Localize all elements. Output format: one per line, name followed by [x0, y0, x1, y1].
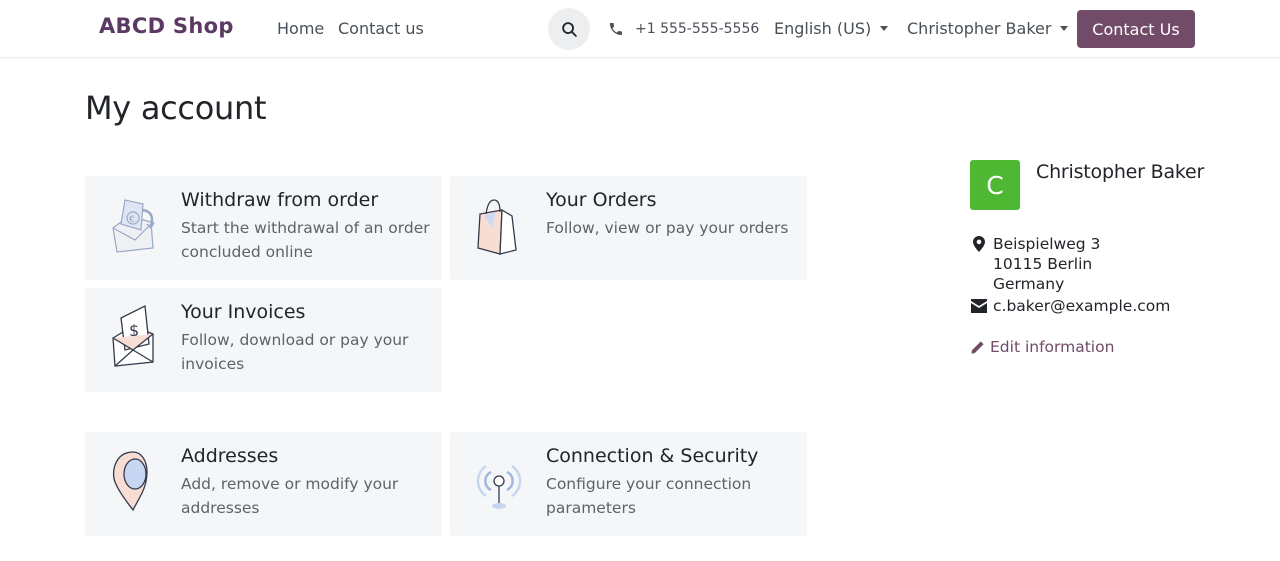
address-street: Beispielweg 3	[993, 235, 1101, 253]
chevron-down-icon	[880, 26, 889, 31]
search-button[interactable]	[548, 8, 590, 50]
profile-name: Christopher Baker	[1036, 161, 1205, 183]
card-title: Addresses	[181, 445, 279, 467]
search-icon	[561, 21, 577, 37]
language-dropdown[interactable]: English (US)	[774, 19, 889, 38]
card-description: Follow, download or pay your invoices	[181, 331, 409, 373]
card-title: Connection & Security	[546, 445, 759, 467]
address-country: Germany	[993, 275, 1065, 293]
invoice-envelope-icon: $	[112, 304, 154, 367]
language-label: English (US)	[774, 19, 872, 38]
avatar: C	[970, 160, 1020, 210]
card-title: Your Orders	[546, 189, 657, 211]
card-description: Follow, view or pay your orders	[546, 219, 789, 237]
edit-information-label: Edit information	[990, 338, 1115, 356]
nav-contact-link[interactable]: Contact us	[338, 19, 424, 38]
phone-icon	[610, 23, 622, 35]
chevron-down-icon	[1060, 26, 1069, 31]
address-city: 10115 Berlin	[993, 255, 1093, 273]
card-title: Withdraw from order	[181, 189, 379, 211]
brand-logo[interactable]: ABCD Shop	[99, 14, 234, 38]
contact-us-button[interactable]: Contact Us	[1077, 10, 1195, 48]
card-your-orders[interactable]: Your Orders Follow, view or pay your ord…	[450, 176, 807, 280]
antenna-icon	[476, 464, 522, 509]
card-description: Add, remove or modify your addresses	[181, 475, 399, 517]
card-your-invoices[interactable]: $ Your Invoices Follow, download or pay …	[85, 288, 442, 392]
pencil-icon	[971, 340, 984, 354]
envelope-icon	[971, 299, 987, 313]
map-marker-icon	[973, 236, 985, 252]
card-title: Your Invoices	[181, 301, 306, 323]
card-addresses[interactable]: Addresses Add, remove or modify your add…	[85, 432, 442, 536]
email-address: c.baker@example.com	[993, 297, 1171, 315]
card-description: Configure your connection parameters	[546, 475, 752, 517]
nav-home-link[interactable]: Home	[277, 19, 324, 38]
card-withdraw-from-order[interactable]: € Withdraw from order Start the withdraw…	[85, 176, 442, 280]
page-title: My account	[85, 89, 267, 127]
user-dropdown[interactable]: Christopher Baker	[907, 19, 1069, 38]
card-connection-security[interactable]: Connection & Security Configure your con…	[450, 432, 807, 536]
card-description: Start the withdrawal of an order conclud…	[181, 219, 430, 261]
edit-information-link[interactable]: Edit information	[970, 338, 1114, 356]
withdraw-envelope-icon: €	[112, 199, 155, 253]
svg-text:€: €	[129, 215, 135, 225]
top-navbar: ABCD Shop Home Contact us +1 555-555-555…	[0, 0, 1280, 58]
phone-number-link[interactable]: +1 555-555-5556	[635, 21, 759, 37]
map-pin-icon	[112, 451, 148, 512]
shopping-bag-icon	[477, 199, 517, 255]
user-name-label: Christopher Baker	[907, 19, 1052, 38]
